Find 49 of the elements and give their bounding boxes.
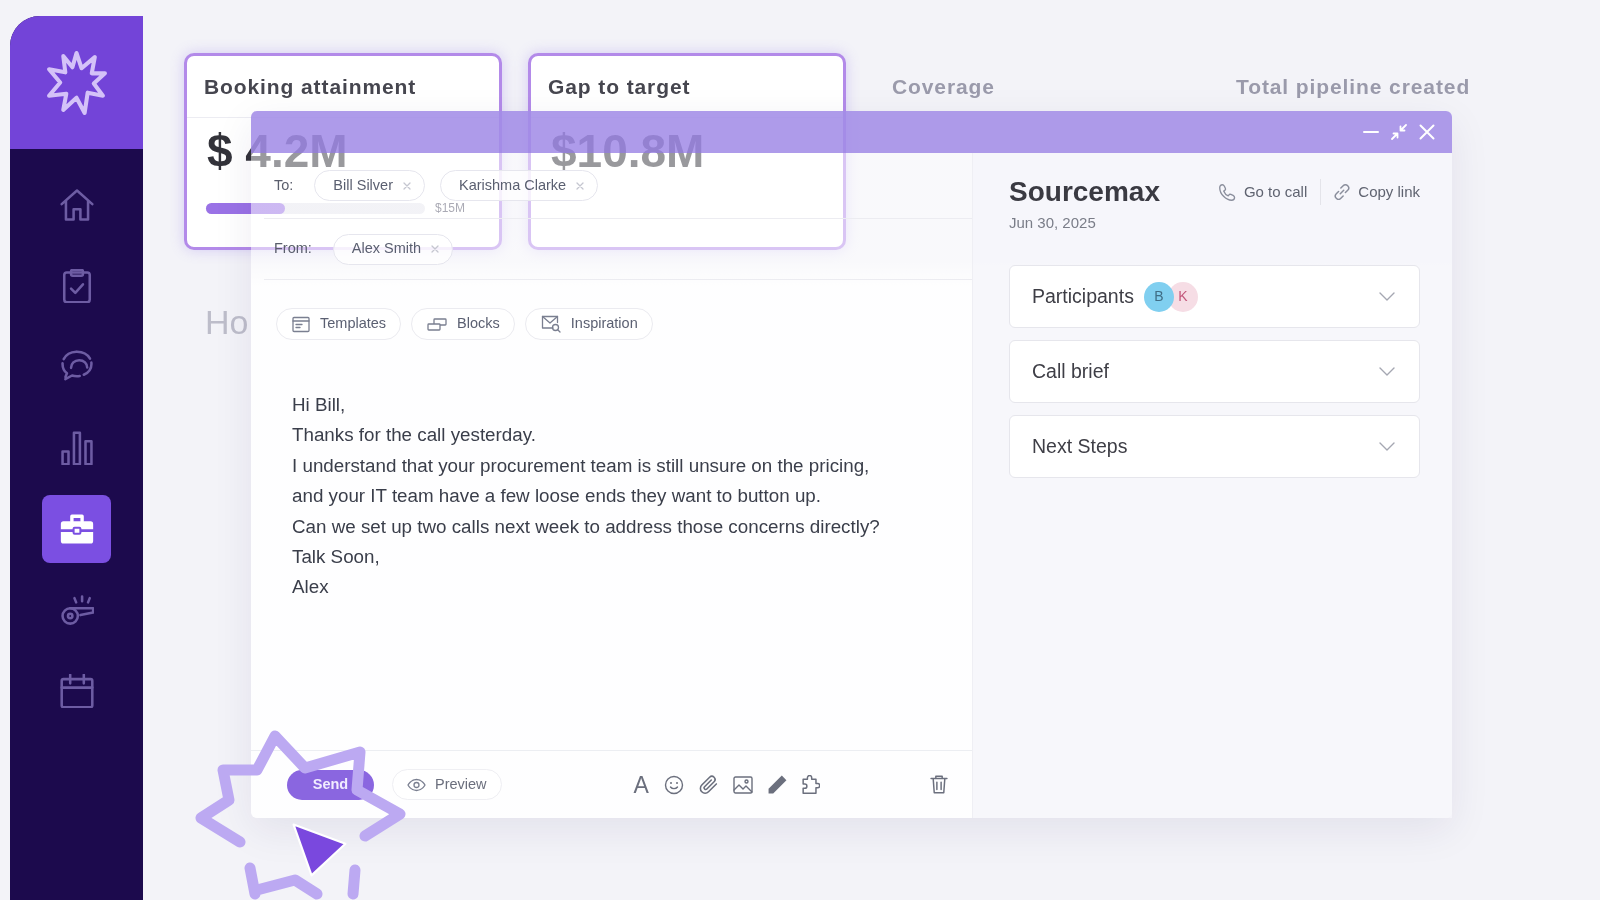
preview-button[interactable]: Preview	[392, 769, 502, 800]
remove-icon[interactable]	[431, 245, 440, 253]
recipient-chip[interactable]: Alex Smith	[332, 233, 454, 265]
from-label: From:	[274, 239, 312, 259]
accordion-header[interactable]: Call brief	[1009, 340, 1420, 403]
envelope-search-icon	[540, 315, 561, 333]
nav-button[interactable]	[42, 495, 111, 563]
puzzle-icon[interactable]	[801, 775, 820, 794]
to-label: To:	[274, 175, 294, 195]
pencil-icon[interactable]	[767, 775, 787, 794]
accordion-header[interactable]: Participants B K	[1009, 265, 1420, 328]
tool-button[interactable]: Inspiration	[524, 308, 653, 340]
briefcase-icon	[59, 512, 94, 546]
kpi-title: Booking attainment	[204, 73, 417, 100]
phone-icon	[1218, 183, 1236, 201]
link-icon	[1334, 184, 1351, 200]
image-icon[interactable]	[732, 775, 753, 794]
starburst-logo-icon	[45, 49, 108, 116]
kpi-title: Gap to target	[548, 73, 691, 100]
collapse-icon[interactable]	[1391, 124, 1407, 140]
text-format-button[interactable]: A	[633, 773, 649, 796]
cursor-icon	[292, 822, 347, 878]
bar-chart-icon[interactable]	[59, 431, 94, 465]
tool-button[interactable]: Blocks	[411, 308, 515, 340]
kpi-title: Total pipeline created	[1236, 74, 1471, 101]
recipient-chip[interactable]: Bill Silver	[314, 170, 425, 201]
email-body: Hi Bill, Thanks for the call yesterday. I understand that your procurement team is still unsure on the pricing, and your IT team have a few loose ends they want to button up. Can we set up two calls next week to address those concerns directly? Talk Soon, Alex	[292, 393, 880, 600]
call-date: Jun 30, 2025	[1009, 214, 1096, 232]
home-icon[interactable]	[59, 188, 94, 222]
call-title: Sourcemax	[1009, 175, 1160, 209]
paperclip-icon[interactable]	[698, 775, 718, 794]
remove-icon[interactable]	[576, 181, 585, 190]
action-link[interactable]: Copy link	[1334, 180, 1420, 204]
eye-icon	[407, 777, 426, 792]
remove-icon[interactable]	[402, 181, 411, 190]
avatar: B	[1143, 281, 1174, 312]
accordion-header[interactable]: Next Steps	[1009, 415, 1420, 478]
recipient-chip[interactable]: Karishma Clarke	[439, 170, 599, 201]
emoji-icon[interactable]	[663, 774, 684, 795]
target-label: $15M	[435, 200, 466, 217]
calendar-icon[interactable]	[59, 674, 94, 708]
action-link[interactable]: Go to call	[1218, 180, 1308, 204]
whistle-icon[interactable]	[59, 593, 94, 627]
close-icon[interactable]	[1419, 124, 1435, 140]
trash-icon[interactable]	[930, 775, 948, 794]
template-icon	[292, 315, 310, 333]
tool-button[interactable]: Templates	[276, 308, 402, 340]
blocks-icon	[427, 317, 448, 331]
kpi-title: Coverage	[892, 74, 995, 101]
